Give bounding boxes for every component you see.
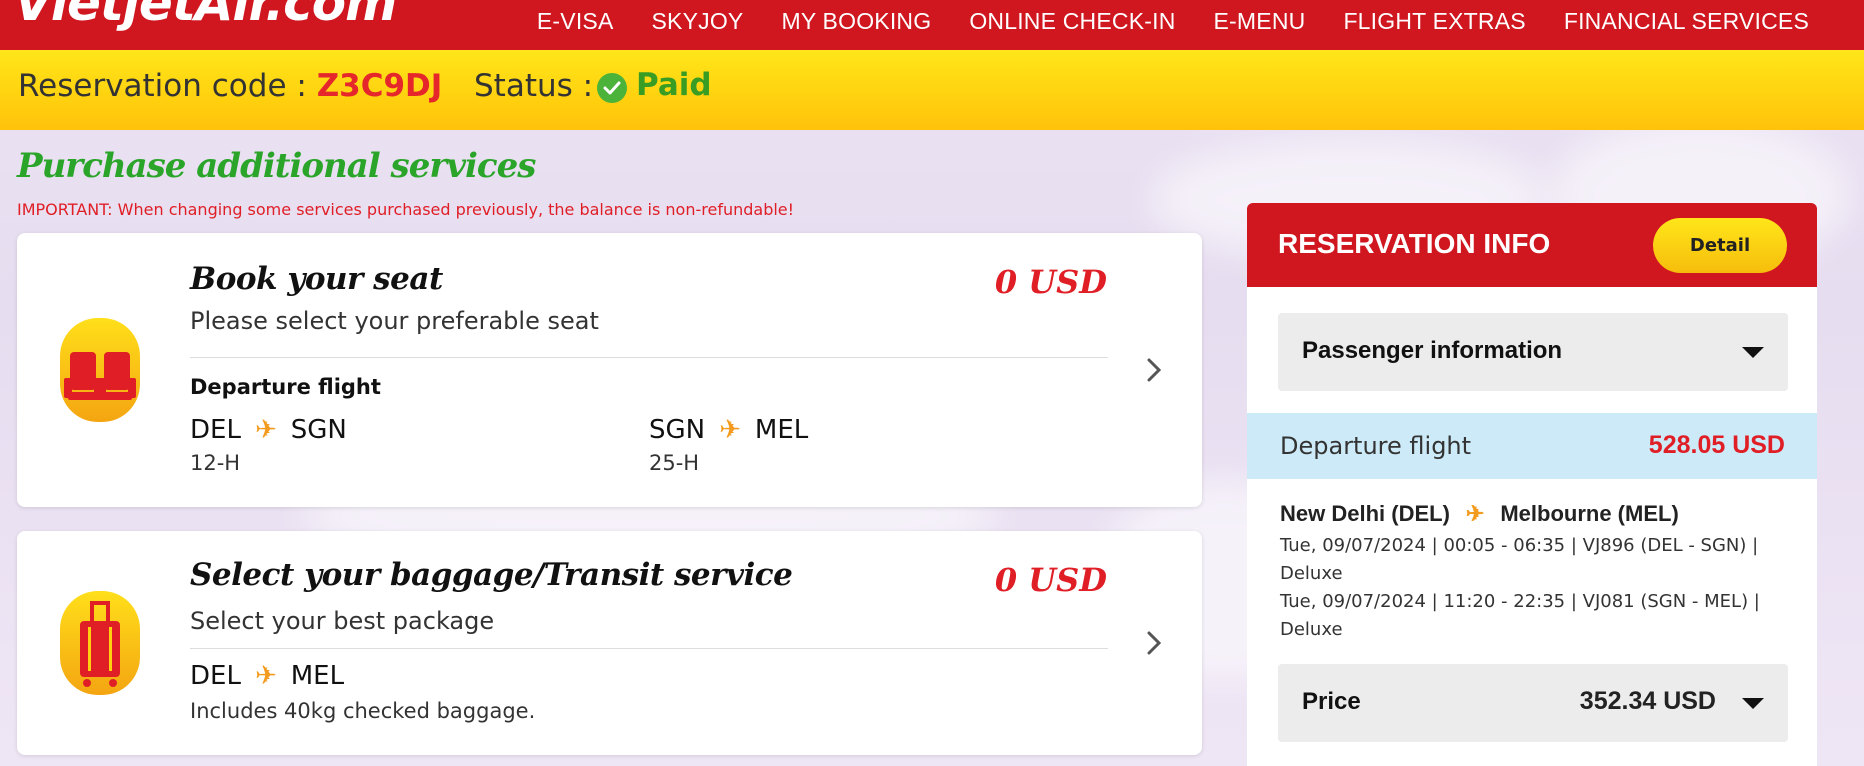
itinerary-from: New Delhi (DEL) (1280, 501, 1450, 526)
important-notice: IMPORTANT: When changing some services p… (17, 200, 795, 219)
baggage-route: DEL ✈ MEL (190, 661, 344, 691)
nav-item-my-booking[interactable]: MY BOOKING (781, 8, 931, 35)
top-navigation: VietjetAir.com E-VISA SKYJOY MY BOOKING … (0, 0, 1864, 50)
reservation-code-label: Reservation code : Z3C9DJ (18, 68, 442, 104)
seat-card-title: Book your seat (190, 261, 443, 297)
nav-item-skyjoy[interactable]: SKYJOY (652, 8, 744, 35)
seat-icon (60, 318, 140, 422)
nav-item-online-check-in[interactable]: ONLINE CHECK-IN (969, 8, 1175, 35)
leg-route: DEL ✈ SGN (190, 415, 347, 445)
nav-menu: E-VISA SKYJOY MY BOOKING ONLINE CHECK-IN… (537, 8, 1809, 35)
seat-card-subtitle: Please select your preferable seat (190, 307, 599, 335)
price-label: Price (1302, 688, 1361, 715)
leg-route: SGN ✈ MEL (649, 415, 808, 445)
caret-down-icon (1742, 347, 1764, 358)
leg-from: DEL (190, 415, 241, 445)
plane-icon: ✈ (254, 415, 277, 445)
nav-item-e-menu[interactable]: E-MENU (1214, 8, 1306, 35)
route-to: MEL (290, 661, 345, 691)
baggage-card-price: 0 USD (994, 561, 1107, 599)
caret-down-icon (1742, 698, 1764, 709)
baggage-note: Includes 40kg checked baggage. (190, 699, 536, 723)
reservation-code-label-text: Reservation code : (18, 68, 317, 104)
departure-flight-label: Departure flight (190, 375, 381, 399)
luggage-icon (60, 591, 140, 695)
baggage-card[interactable]: Select your baggage/Transit service Sele… (17, 531, 1202, 755)
departure-flight-label: Departure flight (1280, 432, 1472, 460)
itinerary-segment: Tue, 09/07/2024 | 11:20 - 22:35 | VJ081 … (1280, 591, 1760, 640)
passenger-info-label: Passenger information (1302, 337, 1563, 364)
status-label: Status : (474, 68, 594, 104)
departure-flight-price: 528.05 USD (1648, 431, 1785, 459)
nav-item-financial-services[interactable]: FINANCIAL SERVICES (1564, 8, 1809, 35)
itinerary-to: Melbourne (MEL) (1500, 501, 1679, 526)
leg-seat: 25-H (649, 451, 700, 475)
baggage-card-subtitle: Select your best package (190, 607, 495, 635)
price-value: 352.34 USD (1579, 687, 1716, 715)
reservation-info-panel: RESERVATION INFO Detail Passenger inform… (1247, 203, 1817, 766)
passenger-info-dropdown[interactable]: Passenger information (1278, 313, 1788, 391)
plane-icon: ✈ (254, 661, 277, 691)
page-title: Purchase additional services (17, 146, 536, 186)
divider (190, 357, 1108, 358)
leg-seat: 12-H (190, 451, 241, 475)
check-icon (597, 73, 627, 103)
reservation-status-bar: Reservation code : Z3C9DJ Status : Paid (0, 50, 1864, 130)
nav-item-flight-extras[interactable]: FLIGHT EXTRAS (1343, 8, 1525, 35)
status-badge: Paid (636, 67, 712, 103)
brand-logo[interactable]: VietjetAir.com (14, 0, 397, 32)
reservation-code: Z3C9DJ (316, 68, 443, 104)
nav-item-e-visa[interactable]: E-VISA (537, 8, 614, 35)
plane-icon: ✈ (1465, 501, 1485, 526)
leg-from: SGN (649, 415, 706, 445)
leg-to: SGN (290, 415, 347, 445)
divider (190, 648, 1108, 649)
reservation-info-title: RESERVATION INFO (1278, 228, 1551, 259)
baggage-card-title: Select your baggage/Transit service (190, 557, 793, 593)
chevron-right-icon[interactable] (1146, 357, 1162, 383)
itinerary-route: New Delhi (DEL) ✈ Melbourne (MEL) (1280, 501, 1679, 527)
chevron-right-icon[interactable] (1146, 630, 1162, 656)
detail-button[interactable]: Detail (1653, 218, 1787, 273)
leg-to: MEL (754, 415, 809, 445)
plane-icon: ✈ (719, 415, 741, 445)
price-dropdown[interactable]: Price 352.34 USD (1278, 664, 1788, 742)
book-seat-card[interactable]: Book your seat Please select your prefer… (17, 233, 1202, 507)
reservation-info-header: RESERVATION INFO Detail (1247, 203, 1817, 287)
departure-flight-row: Departure flight 528.05 USD (1247, 413, 1817, 479)
seat-card-price: 0 USD (994, 263, 1107, 301)
route-from: DEL (190, 661, 241, 691)
itinerary-segment: Tue, 09/07/2024 | 00:05 - 06:35 | VJ896 … (1280, 535, 1759, 584)
